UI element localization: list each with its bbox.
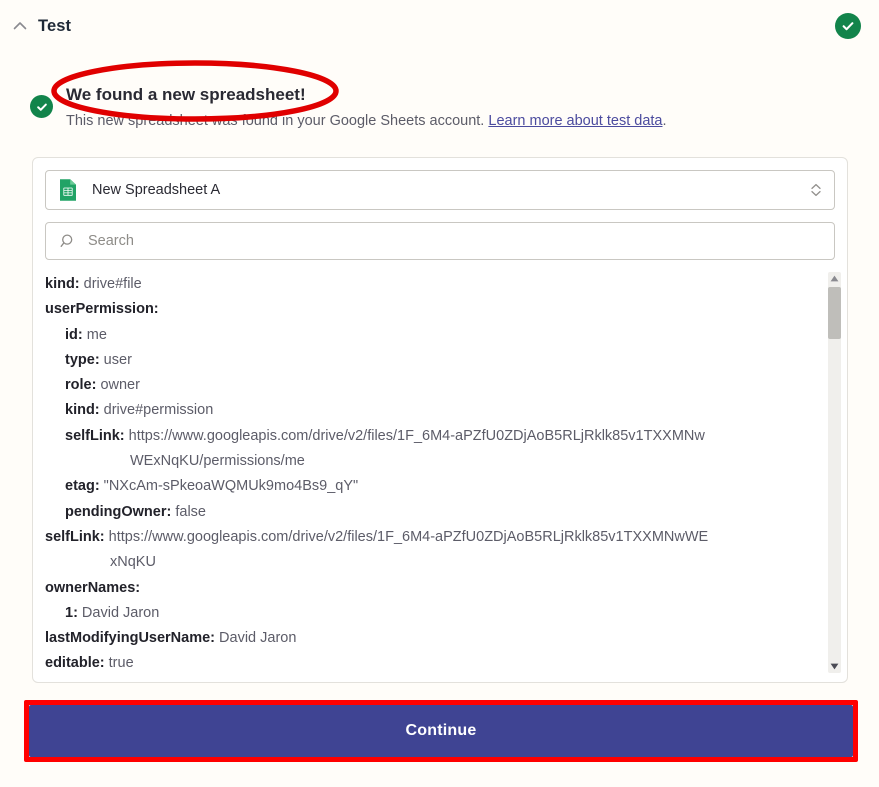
data-line: 1: David Jaron (45, 601, 821, 626)
data-line: selfLink: https://www.googleapis.com/dri… (45, 424, 821, 449)
data-line-value: David Jaron (215, 630, 296, 646)
data-line-key: kind: (65, 402, 100, 418)
data-line-value: me (83, 327, 107, 343)
data-line-key: ownerNames: (45, 580, 140, 596)
test-step-panel: Test We found a new spreadsheet! This ne… (0, 0, 879, 787)
test-result-banner: We found a new spreadsheet! This new spr… (30, 84, 860, 131)
triangle-down-icon[interactable] (828, 660, 841, 673)
data-line-key: etag: (65, 478, 100, 494)
data-line-key: userPermission: (45, 301, 159, 317)
data-line-key: pendingOwner: (65, 504, 171, 520)
chevron-up-down-icon[interactable] (808, 181, 824, 199)
data-line-value: "NXcAm-sPkeoaWQMUk9mo4Bs9_qY" (100, 478, 358, 494)
data-line-value: xNqKU (110, 554, 156, 570)
data-line: etag: "NXcAm-sPkeoaWQMUk9mo4Bs9_qY" (45, 474, 821, 499)
data-line: userPermission: (45, 297, 821, 322)
data-line-value: WExNqKU/permissions/me (130, 453, 305, 469)
triangle-up-icon[interactable] (828, 272, 841, 285)
data-line: lastModifyingUserName: David Jaron (45, 626, 821, 651)
data-line: editable: true (45, 651, 821, 676)
test-data-list-area: kind: drive#fileuserPermission:id: metyp… (33, 272, 847, 683)
data-line-value: drive#file (80, 276, 142, 292)
step-header[interactable]: Test (0, 0, 879, 52)
data-line-key: kind: (45, 276, 80, 292)
data-list-scrollbar[interactable] (828, 272, 841, 673)
data-line-value: https://www.googleapis.com/drive/v2/file… (105, 529, 709, 545)
result-row: We found a new spreadsheet! This new spr… (30, 84, 860, 131)
data-line-value: drive#permission (100, 402, 214, 418)
scrollbar-thumb[interactable] (828, 287, 841, 339)
data-line: type: user (45, 348, 821, 373)
data-line: role: owner (45, 373, 821, 398)
data-line: pendingOwner: false (45, 500, 821, 525)
search-input[interactable] (86, 232, 824, 250)
data-line-value: David Jaron (78, 605, 159, 621)
result-status-icon-wrap (30, 84, 54, 119)
check-circle-icon (30, 95, 53, 118)
data-line-value: false (171, 504, 206, 520)
result-texts: We found a new spreadsheet! This new spr… (64, 84, 860, 131)
data-line-key: selfLink: (65, 428, 125, 444)
search-field[interactable] (45, 222, 835, 260)
data-line-key: selfLink: (45, 529, 105, 545)
data-line: kind: drive#file (45, 272, 821, 297)
data-line: id: me (45, 323, 821, 348)
data-line-key: lastModifyingUserName: (45, 630, 215, 646)
result-subtitle: This new spreadsheet was found in your G… (66, 111, 860, 131)
data-line-value: true (105, 655, 134, 671)
test-data-card: New Spreadsheet A kind: drive#file userPe… (32, 157, 848, 683)
google-sheets-icon (58, 178, 78, 202)
search-icon (59, 233, 75, 249)
data-line-key: id: (65, 327, 83, 343)
result-subtitle-text: This new spreadsheet was found in your G… (66, 113, 484, 129)
result-title: We found a new spreadsheet! (66, 84, 860, 106)
data-line-key: editable: (45, 655, 105, 671)
page-title: Test (38, 17, 71, 36)
data-line: ownerNames: (45, 576, 821, 601)
data-line: kind: drive#permission (45, 398, 821, 423)
data-line: xNqKU (45, 550, 821, 575)
data-line-value: https://www.googleapis.com/drive/v2/file… (125, 428, 705, 444)
continue-button[interactable]: Continue (29, 705, 853, 757)
test-data-list: kind: drive#fileuserPermission:id: metyp… (33, 272, 847, 677)
data-line-key: type: (65, 352, 100, 368)
data-line: selfLink: https://www.googleapis.com/dri… (45, 525, 821, 550)
data-line-value: user (100, 352, 132, 368)
data-line-key: role: (65, 377, 96, 393)
chevron-up-icon[interactable] (10, 16, 30, 36)
record-select-value: New Spreadsheet A (92, 182, 808, 198)
data-line: WExNqKU/permissions/me (45, 449, 821, 474)
result-subtitle-end: . (663, 113, 667, 129)
record-select[interactable]: New Spreadsheet A (45, 170, 835, 210)
learn-more-link[interactable]: Learn more about test data (488, 113, 662, 129)
check-circle-icon (835, 13, 861, 39)
data-line-key: 1: (65, 605, 78, 621)
data-line-value: owner (96, 377, 140, 393)
